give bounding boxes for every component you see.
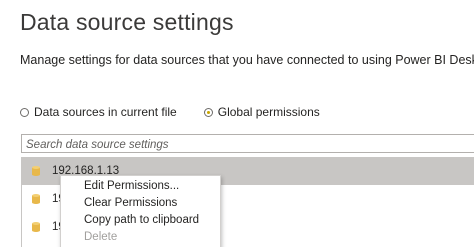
database-icon (32, 194, 40, 204)
radio-global-permissions-label: Global permissions (217, 105, 320, 119)
radio-unselected-icon[interactable] (20, 107, 29, 117)
database-icon (32, 222, 40, 232)
radio-selected-icon[interactable] (203, 107, 213, 117)
page-description: Manage settings for data sources that yo… (20, 53, 474, 67)
database-icon (32, 166, 40, 176)
menu-item-delete: Delete (84, 231, 118, 243)
context-menu: Edit Permissions... Clear Permissions Co… (60, 175, 221, 247)
radio-current-file[interactable]: Data sources in current file (20, 105, 177, 119)
search-input[interactable] (22, 136, 474, 154)
search-box[interactable] (21, 134, 474, 154)
scope-radio-group: Data sources in current file Global perm… (20, 104, 320, 120)
data-source-settings-page: Data source settings Manage settings for… (0, 0, 474, 247)
menu-item-copy-path[interactable]: Copy path to clipboard (61, 212, 220, 229)
radio-current-file-label: Data sources in current file (34, 105, 177, 119)
menu-item-clear-permissions[interactable]: Clear Permissions (61, 195, 220, 212)
radio-global-permissions[interactable]: Global permissions (203, 105, 320, 119)
page-title: Data source settings (20, 9, 234, 35)
menu-item-edit-permissions[interactable]: Edit Permissions... (61, 178, 220, 195)
